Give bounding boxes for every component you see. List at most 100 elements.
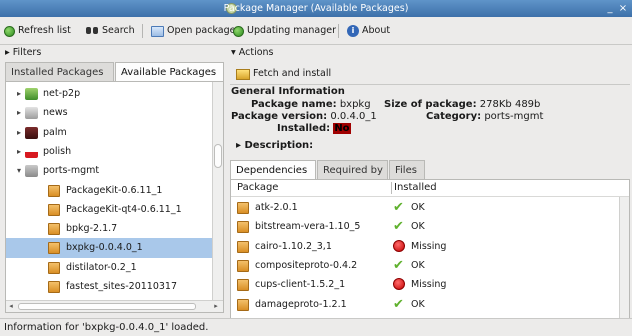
tree-horizontal-scrollbar[interactable]: ◂ ▸ [6,300,223,312]
installed-value: No [333,123,351,134]
expand-arrow-icon[interactable]: ▸ [14,123,24,143]
tree-item-label: PackageKit-0.6.11_1 [66,184,163,196]
update-icon [233,25,244,37]
table-row[interactable]: damageproto-1.2.1 ✔ OK [231,295,620,314]
fetch-and-install-label: Fetch and install [253,68,332,79]
dependency-name: cairo-1.10.2_3,1 [255,240,332,252]
tree-item-label: distilator-0.2_1 [66,261,137,273]
tab-dependencies[interactable]: Dependencies [230,160,316,180]
tree-item[interactable]: ▾ ports-mgmt [6,161,212,181]
dependency-status: OK [411,221,425,233]
table-row[interactable]: compositeproto-0.4.2 ✔ OK [231,256,620,275]
tree-item[interactable]: distilator-0.2_1 [6,258,212,278]
status-bar: Information for 'bxpkg-0.0.4.0_1' loaded… [0,318,632,336]
info-icon: i [347,25,359,37]
dependency-name: atk-2.0.1 [255,202,298,213]
general-info-title: General Information [231,86,345,97]
tree-item-label: ports-mgmt [43,165,100,177]
table-row[interactable]: atk-2.0.1 ✔ OK [231,198,620,217]
category-row: Category: ports-mgmt [426,111,543,123]
tree-item-label: news [43,107,68,119]
check-icon: ✔ [393,257,404,273]
expand-arrow-icon[interactable]: ▸ [14,142,24,162]
tree-item[interactable]: ▸ polish [6,142,212,162]
table-row[interactable]: cairo-1.10.2_3,1 Missing [231,237,620,256]
expand-arrow-icon[interactable]: ▸ [14,84,24,104]
refresh-list-label: Refresh list [18,25,71,36]
open-package-button[interactable]: Open package [151,23,236,39]
filters-expander[interactable]: ▸ Filters [5,45,41,61]
tree-item-label: bpkg-2.1.7 [66,223,118,235]
tree-hscroll-thumb[interactable] [18,303,196,310]
tree-item[interactable]: bpkg-2.1.7 [6,219,212,239]
package-icon [237,259,249,272]
column-header-installed[interactable]: Installed [394,180,437,196]
search-button[interactable]: Search [86,23,135,39]
tree-item-label: net-p2p [43,88,81,99]
minimize-button[interactable]: _ [605,0,615,17]
tab-installed-packages[interactable]: Installed Packages [5,62,114,82]
dependency-status: Missing [411,240,447,252]
column-header-package[interactable]: Package [237,180,278,196]
tree-item-label: PackageKit-qt4-0.6.11_1 [66,203,182,215]
dependency-name: damageproto-1.2.1 [255,298,347,310]
dependency-status: OK [411,202,425,213]
news-icon [25,107,38,120]
scroll-left-arrow[interactable]: ◂ [6,301,16,312]
tree-item[interactable]: ▸ news [6,103,212,123]
package-size-label: Size of package: [384,99,477,110]
tree-item[interactable]: PackageKit-qt4-0.6.11_1 [6,200,212,220]
tree-item-label: palm [43,126,67,138]
package-icon [237,240,249,253]
about-label: About [362,25,391,36]
missing-icon [393,278,405,291]
tab-files[interactable]: Files [389,160,425,180]
package-icon [48,242,60,255]
tab-available-packages[interactable]: Available Packages [115,62,224,82]
package-size-row: Size of package: 278Kb 489b [384,99,540,111]
installed-label: Installed: [277,123,331,134]
category-value: ports-mgmt [484,111,544,122]
dependencies-table: Package Installed atk-2.0.1 ✔ OK bitstream-… [230,179,630,319]
dependencies-scrollbar[interactable] [619,197,629,318]
tree-item[interactable]: ▸ net-p2p [6,84,212,104]
tree-item[interactable]: bxpkg-0.0.4.0_1 [6,238,212,259]
tree-item-label: polish [43,145,72,157]
dependency-status: Missing [411,279,447,291]
missing-icon [393,239,405,252]
fetch-and-install-button[interactable]: Fetch and install [236,66,331,82]
tree-scroll-thumb[interactable] [214,144,222,168]
package-icon [237,202,249,214]
table-row[interactable]: cups-client-1.5.2_1 Missing [231,275,620,294]
package-icon [48,203,60,216]
tree-vertical-scrollbar[interactable] [212,82,223,300]
package-version-label: Package version: [231,111,328,122]
toolbar-separator [338,24,339,38]
tree-item[interactable]: ▸ palm [6,123,212,143]
updating-manager-button[interactable]: Updating manager [233,23,336,39]
package-icon [237,298,249,311]
title-bar[interactable]: Package Manager (Available Packages) _ × [0,0,632,17]
collapse-arrow-icon[interactable]: ▾ [14,161,24,181]
package-size-value: 278Kb 489b [479,99,541,110]
details-tabs: Dependencies Required by Files [230,160,630,180]
description-expander[interactable]: ▸ Description: [236,140,313,151]
check-icon: ✔ [393,219,404,235]
refresh-list-button[interactable]: Refresh list [4,23,71,39]
tree-item[interactable]: PackageKit-0.6.11_1 [6,181,212,201]
tab-required-by[interactable]: Required by [317,160,388,180]
expand-arrow-icon[interactable]: ▸ [14,103,24,123]
package-manager-window: Package Manager (Available Packages) _ ×… [0,0,632,336]
actions-divider [230,84,630,85]
dependency-name: bitstream-vera-1.10_5 [255,221,361,233]
palm-icon [25,126,38,139]
scroll-right-arrow[interactable]: ▸ [211,301,221,312]
column-divider[interactable] [391,182,392,194]
toolbar: Refresh list Search Open package Updatin… [0,17,632,45]
about-button[interactable]: i About [347,23,390,39]
table-row[interactable]: bitstream-vera-1.10_5 ✔ OK [231,217,620,236]
updating-manager-label: Updating manager [247,25,336,36]
tree-item[interactable]: fastest_sites-20110317 [6,277,212,297]
actions-expander[interactable]: ▾ Actions [231,45,274,61]
close-button[interactable]: × [618,0,628,17]
